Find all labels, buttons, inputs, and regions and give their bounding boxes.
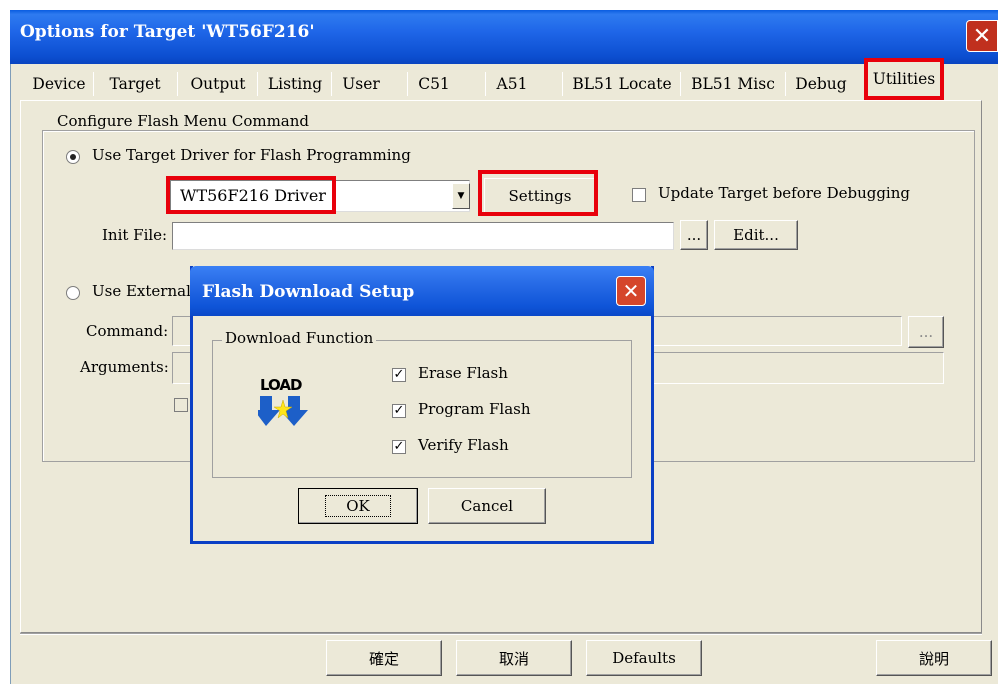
chevron-down-icon[interactable]: ▼ [452, 183, 470, 209]
command-label: Command: [86, 322, 169, 340]
flash-menu-group-label: Configure Flash Menu Command [54, 112, 313, 130]
use-target-driver-label: Use Target Driver for Flash Programming [92, 146, 411, 164]
check-icon: ✓ [393, 367, 405, 382]
tab-separator [331, 72, 332, 96]
verify-flash-checkbox[interactable]: ✓ [392, 440, 406, 454]
dialog-close-button[interactable]: ✕ [616, 276, 646, 306]
tab-c51[interactable]: C51 [412, 68, 456, 100]
settings-highlight [478, 170, 598, 216]
tab-user[interactable]: User [336, 68, 386, 100]
tab-separator [785, 72, 786, 96]
update-target-checkbox[interactable] [632, 188, 646, 202]
load-icon-text: LOAD [260, 376, 302, 394]
tab-utilities[interactable]: Utilities [864, 58, 944, 100]
tab-separator [93, 72, 94, 96]
help-button-label: 說明 [918, 649, 949, 668]
driver-select-value: WT56F216 Driver [180, 186, 326, 205]
download-function-label: Download Function [222, 329, 377, 347]
program-flash-label: Program Flash [418, 400, 531, 418]
external-option-checkbox [174, 398, 188, 412]
tab-debug[interactable]: Debug [790, 68, 852, 100]
dialog-cancel-label: Cancel [460, 497, 514, 515]
tab-bl51-misc[interactable]: BL51 Misc [686, 68, 780, 100]
help-button[interactable]: 說明 [876, 640, 992, 676]
command-browse-button[interactable]: ... [908, 316, 944, 348]
use-external-label: Use External [92, 282, 191, 300]
dialog-ok-label: OK [325, 495, 391, 517]
erase-flash-checkbox[interactable]: ✓ [392, 368, 406, 382]
radio-selected-dot [70, 154, 76, 160]
erase-flash-label: Erase Flash [418, 364, 508, 382]
tab-device[interactable]: Device [28, 68, 90, 100]
check-icon: ✓ [393, 439, 405, 454]
verify-flash-label: Verify Flash [418, 436, 509, 454]
tab-separator [407, 72, 408, 96]
cancel-button-label: 取消 [498, 649, 529, 668]
dialog-ok-button[interactable]: OK [298, 488, 418, 524]
window-close-button[interactable]: ✕ [966, 20, 998, 52]
close-icon: ✕ [972, 23, 992, 49]
tab-output[interactable]: Output [183, 68, 253, 100]
tab-listing[interactable]: Listing [261, 68, 329, 100]
defaults-button[interactable]: Defaults [586, 640, 702, 676]
use-external-radio[interactable] [66, 286, 80, 300]
tab-separator [177, 72, 178, 96]
dialog-title: Flash Download Setup [202, 282, 415, 302]
edit-button[interactable]: Edit... [714, 220, 798, 250]
init-file-input[interactable] [172, 222, 674, 250]
tab-separator [562, 72, 563, 96]
ellipsis-icon: ... [686, 226, 702, 244]
init-file-browse-button[interactable]: ... [680, 220, 708, 250]
load-icon: LOAD [254, 374, 314, 430]
cancel-button[interactable]: 取消 [456, 640, 572, 676]
use-target-driver-radio[interactable] [66, 150, 80, 164]
check-icon: ✓ [393, 403, 405, 418]
tab-separator [257, 72, 258, 96]
close-icon: ✕ [622, 279, 640, 303]
ok-button-label: 確定 [368, 649, 399, 668]
arguments-label: Arguments: [80, 358, 169, 376]
ellipsis-icon: ... [918, 323, 934, 341]
tab-separator [680, 72, 681, 96]
edit-button-label: Edit... [733, 226, 779, 244]
dialog-cancel-button[interactable]: Cancel [428, 488, 546, 524]
program-flash-checkbox[interactable]: ✓ [392, 404, 406, 418]
tab-bl51-locate[interactable]: BL51 Locate [568, 68, 676, 100]
defaults-button-label: Defaults [612, 649, 676, 667]
window-title: Options for Target 'WT56F216' [20, 22, 315, 42]
bottom-divider [20, 633, 982, 635]
ok-button[interactable]: 確定 [326, 640, 442, 676]
download-arrow-icon [258, 396, 308, 426]
tab-a51[interactable]: A51 [490, 68, 534, 100]
tab-target[interactable]: Target [104, 68, 166, 100]
init-file-label: Init File: [102, 226, 168, 244]
tab-separator [485, 72, 486, 96]
update-target-label: Update Target before Debugging [658, 184, 910, 202]
